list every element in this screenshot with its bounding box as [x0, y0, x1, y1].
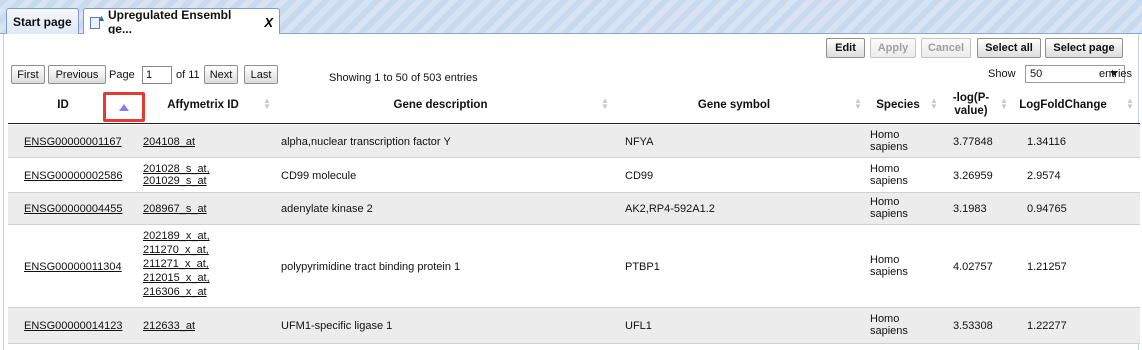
first-page-button[interactable]: First [11, 65, 45, 84]
sort-icon[interactable]: ▲ ▼ [1126, 97, 1134, 111]
column-header-gene-symbol[interactable]: Gene symbol [618, 86, 850, 124]
log-fold-change: 2.9574 [1027, 170, 1061, 182]
gene-id-link[interactable]: ENSG00000001167 [24, 136, 122, 148]
table-panel: Edit Apply Cancel Select all Select page… [3, 34, 1140, 350]
affymetrix-id-link[interactable]: 211271_x_at, [143, 258, 209, 270]
cancel-button[interactable]: Cancel [921, 38, 971, 58]
log-p-value: 4.02757 [953, 261, 993, 273]
select-page-button[interactable]: Select page [1045, 38, 1123, 58]
log-fold-change: 1.34116 [1027, 136, 1066, 148]
sort-icon[interactable]: ▲ ▼ [854, 97, 862, 111]
table-row[interactable]: ENSG00000001167 204108_at alpha,nuclear … [8, 125, 1140, 158]
gene-symbol: PTBP1 [625, 261, 660, 273]
species: Homo sapiens [870, 163, 908, 187]
select-all-button[interactable]: Select all [977, 38, 1041, 58]
affymetrix-id-link[interactable]: 201028_s_at, [143, 163, 210, 175]
species: Homo sapiens [870, 196, 908, 220]
sort-icon[interactable]: ▲ ▼ [930, 97, 938, 111]
affymetrix-id-link[interactable]: 212633_at [143, 320, 195, 332]
affymetrix-id-link[interactable]: 202189_x_at, [143, 230, 210, 242]
column-header-gene-description[interactable]: Gene description [278, 86, 603, 124]
column-header-log-p-value[interactable]: -log(P-value) [946, 86, 996, 124]
last-page-button[interactable]: Last [244, 65, 278, 84]
table-row[interactable]: ENSG00000004455 208967_s_at adenylate ki… [8, 193, 1140, 225]
previous-page-button[interactable]: Previous [48, 65, 106, 84]
affymetrix-id-link[interactable]: 216306_x_at [143, 286, 207, 298]
gene-symbol: AK2,RP4-592A1.2 [625, 203, 715, 215]
sort-icon[interactable]: ▲ ▼ [601, 97, 609, 111]
gene-symbol: NFYA [625, 136, 654, 148]
table-icon: ▲ [90, 14, 106, 29]
log-fold-change: 1.21257 [1027, 261, 1067, 273]
log-p-value: 3.26959 [953, 170, 993, 182]
sort-icon[interactable]: ▲ ▼ [263, 97, 271, 111]
gene-description: CD99 molecule [281, 170, 357, 182]
column-header-affymetrix-id[interactable]: Affymetrix ID [148, 86, 258, 124]
gene-description: alpha,nuclear transcription factor Y [281, 136, 451, 148]
gene-symbol: CD99 [625, 170, 654, 182]
edit-button[interactable]: Edit [826, 38, 865, 58]
table-row[interactable]: ENSG00000002586 201028_s_at, 201029_s_at… [8, 158, 1140, 193]
apply-button[interactable]: Apply [870, 38, 916, 58]
sort-icon[interactable]: ▲ ▼ [1000, 97, 1008, 111]
affymetrix-id-link[interactable]: 212015_x_at, [143, 272, 210, 284]
affymetrix-id-link[interactable]: 208967_s_at [143, 203, 207, 215]
gene-id-link[interactable]: ENSG00000002586 [24, 170, 122, 182]
affymetrix-id-link[interactable]: 201029_s_at [143, 175, 207, 187]
log-fold-change: 1.22277 [1027, 320, 1067, 332]
gene-id-link[interactable]: ENSG00000004455 [24, 203, 122, 215]
table-header: ID Affymetrix ID ▲ ▼ Gene description ▲ ▼ … [8, 86, 1140, 124]
affymetrix-id-link[interactable]: 211270_x_at, [143, 244, 209, 256]
gene-description: UFM1-specific ligase 1 [281, 320, 393, 332]
affymetrix-id-link[interactable]: 204108_at [143, 136, 195, 148]
tab-upregulated-genes-label: Upregulated Ensembl ge... [107, 8, 232, 36]
gene-symbol: UFL1 [625, 320, 652, 332]
tab-bar: Start page ▲ Upregulated Ensembl ge... X [0, 0, 1142, 36]
page-count-label: of 11 [176, 69, 200, 81]
tab-upregulated-genes[interactable]: ▲ Upregulated Ensembl ge... X [83, 8, 280, 36]
tab-start-page-label: Start page [13, 14, 72, 29]
column-header-log-fold-change[interactable]: LogFoldChange [1013, 86, 1131, 124]
table-row[interactable]: ENSG00000014123 212633_at UFM1-specific … [8, 308, 1140, 344]
column-header-species[interactable]: Species [873, 86, 923, 124]
species: Homo sapiens [870, 129, 908, 153]
page-number-input[interactable]: 1 [142, 66, 172, 84]
entries-label: entries [1099, 68, 1133, 80]
entries-summary: Showing 1 to 50 of 503 entries [329, 72, 478, 84]
tab-start-page[interactable]: Start page [6, 8, 79, 34]
log-p-value: 3.1983 [953, 203, 987, 215]
gene-description: polypyrimidine tract binding protein 1 [281, 261, 461, 273]
show-label: Show [988, 68, 1016, 80]
close-icon[interactable]: X [264, 15, 273, 30]
log-p-value: 3.77848 [953, 136, 993, 148]
table-row[interactable]: ENSG00000011304 202189_x_at, 211270_x_at… [8, 225, 1140, 308]
log-fold-change: 0.94765 [1027, 203, 1067, 215]
page-label: Page [109, 69, 135, 81]
log-p-value: 3.53308 [953, 320, 993, 332]
sort-ascending-icon[interactable] [103, 92, 145, 122]
gene-description: adenylate kinase 2 [281, 203, 373, 215]
gene-id-link[interactable]: ENSG00000014123 [24, 320, 122, 332]
column-header-id[interactable]: ID [8, 86, 118, 124]
next-page-button[interactable]: Next [204, 65, 238, 84]
gene-id-link[interactable]: ENSG00000011304 [24, 261, 122, 273]
species: Homo sapiens [870, 313, 908, 337]
species: Homo sapiens [870, 254, 908, 278]
page-size-value: 50 [1030, 68, 1043, 80]
